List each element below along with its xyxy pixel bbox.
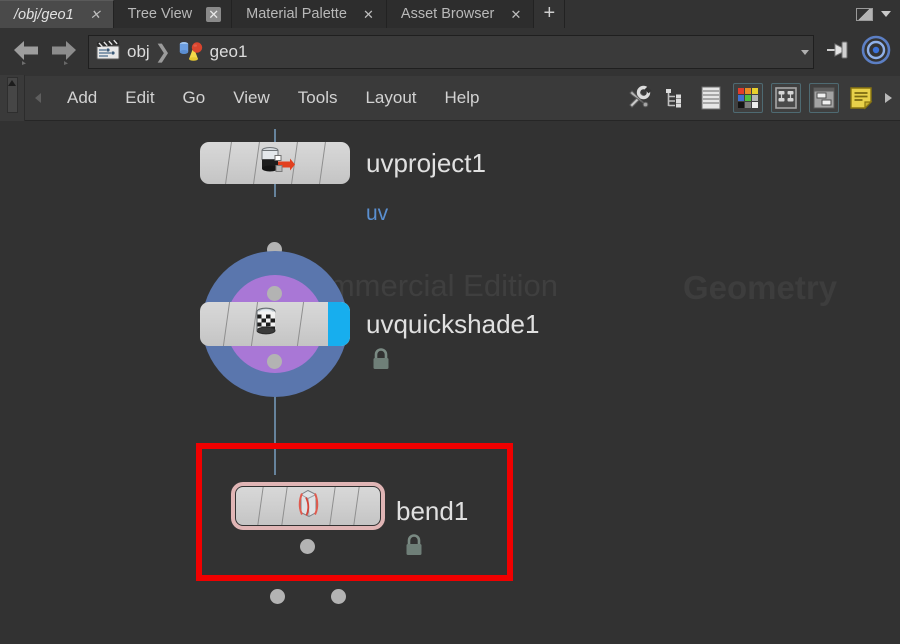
network-canvas[interactable]: Non-Commercial Edition Geometry uvprojec… bbox=[0, 121, 900, 644]
tab-material-palette[interactable]: Material Palette ✕ bbox=[232, 0, 387, 28]
path-bar-actions bbox=[814, 34, 900, 71]
tab-bar-spacer bbox=[565, 0, 856, 28]
sticky-note-icon[interactable] bbox=[847, 84, 875, 112]
network-path-bar: obj ❯ geo1 bbox=[0, 28, 900, 76]
tab-obj-geo1[interactable]: /obj/geo1 ✕ bbox=[0, 0, 114, 28]
breadcrumb-label: geo1 bbox=[209, 42, 248, 61]
clapperboard-icon bbox=[95, 39, 121, 66]
navigation-arrows bbox=[0, 37, 88, 67]
pane-window-controls bbox=[856, 0, 900, 28]
menu-go[interactable]: Go bbox=[169, 84, 220, 112]
node-input-connector-1[interactable] bbox=[331, 589, 346, 604]
geometry-objects-icon bbox=[176, 38, 204, 67]
menu-items: Add Edit Go View Tools Layout Help bbox=[53, 84, 493, 112]
network-path-input[interactable]: obj ❯ geo1 bbox=[88, 35, 814, 69]
menu-add[interactable]: Add bbox=[53, 84, 111, 112]
watermark-geometry: Geometry bbox=[683, 269, 838, 306]
gutter-grip[interactable] bbox=[6, 77, 18, 113]
menu-help[interactable]: Help bbox=[431, 84, 494, 112]
list-view-icon[interactable] bbox=[697, 84, 725, 112]
node-body[interactable] bbox=[200, 142, 350, 184]
pane-gutter-handle[interactable] bbox=[0, 75, 25, 121]
target-icon[interactable] bbox=[860, 34, 892, 71]
breadcrumb-label: obj bbox=[127, 42, 150, 61]
pin-icon[interactable] bbox=[824, 36, 854, 69]
tab-label: Tree View bbox=[127, 6, 193, 22]
tab-asset-browser[interactable]: Asset Browser ✕ bbox=[386, 0, 535, 28]
forward-arrow-icon[interactable] bbox=[46, 37, 80, 67]
node-body[interactable] bbox=[236, 487, 380, 525]
close-icon[interactable]: ✕ bbox=[508, 7, 523, 22]
lock-icon[interactable] bbox=[370, 347, 392, 376]
template-flag[interactable] bbox=[328, 302, 350, 346]
node-input-connector[interactable] bbox=[267, 286, 282, 301]
node-label: uvproject1 bbox=[366, 148, 486, 178]
network-toolbar bbox=[625, 83, 900, 113]
gutter-triangle-icon bbox=[8, 80, 16, 86]
tree-list-icon[interactable] bbox=[661, 84, 689, 112]
maximize-pane-icon[interactable] bbox=[856, 7, 873, 21]
pane-menu-chevron-down-icon[interactable] bbox=[881, 11, 891, 17]
tab-tree-view[interactable]: Tree View ✕ bbox=[113, 0, 233, 28]
back-arrow-icon[interactable] bbox=[10, 37, 44, 67]
node-badge-uv: uv bbox=[366, 202, 389, 225]
node-body[interactable] bbox=[200, 302, 350, 346]
close-icon[interactable]: ✕ bbox=[206, 6, 222, 22]
breadcrumb-separator: ❯ bbox=[154, 41, 171, 63]
houdini-network-editor-pane: /obj/geo1 ✕ Tree View ✕ Material Palette… bbox=[0, 0, 900, 644]
network-menu-bar: Add Edit Go View Tools Layout Help bbox=[0, 75, 900, 121]
scroll-left-icon[interactable] bbox=[35, 93, 41, 103]
node-layout-icon[interactable] bbox=[771, 83, 801, 113]
bend-icon bbox=[291, 487, 325, 525]
menu-view[interactable]: View bbox=[219, 84, 284, 112]
path-dropdown-button[interactable] bbox=[797, 36, 813, 68]
close-icon[interactable]: ✕ bbox=[361, 7, 376, 22]
node-input-connector-0[interactable] bbox=[270, 589, 285, 604]
node-label: uvquickshade1 bbox=[366, 309, 540, 339]
node-label: bend1 bbox=[396, 496, 469, 526]
more-arrow-icon[interactable] bbox=[885, 93, 892, 103]
lock-icon[interactable] bbox=[403, 533, 425, 562]
tab-label: Asset Browser bbox=[400, 6, 495, 22]
menu-edit[interactable]: Edit bbox=[111, 84, 168, 112]
uvproject-icon bbox=[255, 144, 295, 183]
close-icon[interactable]: ✕ bbox=[88, 7, 103, 22]
node-output-connector[interactable] bbox=[267, 354, 282, 369]
breadcrumb-obj[interactable]: obj bbox=[95, 39, 152, 66]
add-tab-button[interactable]: + bbox=[534, 0, 566, 28]
panes-layout-icon[interactable] bbox=[809, 83, 839, 113]
breadcrumb-geo1[interactable]: geo1 bbox=[176, 38, 250, 67]
tab-label: Material Palette bbox=[246, 6, 347, 22]
tab-label: /obj/geo1 bbox=[14, 6, 74, 23]
color-palette-icon[interactable] bbox=[733, 83, 763, 113]
pane-tab-bar: /obj/geo1 ✕ Tree View ✕ Material Palette… bbox=[0, 0, 900, 29]
menu-layout[interactable]: Layout bbox=[351, 84, 430, 112]
node-output-connector[interactable] bbox=[300, 539, 315, 554]
chevron-down-icon bbox=[801, 49, 809, 55]
tools-wrench-icon[interactable] bbox=[625, 84, 653, 112]
menu-tools[interactable]: Tools bbox=[284, 84, 352, 112]
